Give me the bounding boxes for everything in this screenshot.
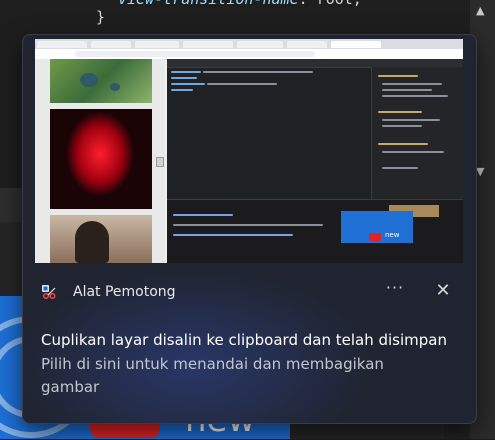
devtools-style-line xyxy=(382,151,444,153)
devtools-code-line xyxy=(171,77,197,79)
notification-body: Pilih di sini untuk menandai dan membagi… xyxy=(41,355,384,396)
preview-url-box xyxy=(75,51,315,57)
scroll-down-icon[interactable]: ▼ xyxy=(476,165,484,178)
notification-title: Cuplikan layar disalin ke clipboard dan … xyxy=(41,331,447,349)
preview-image-red-figure xyxy=(50,109,152,209)
preview-tab xyxy=(287,41,327,48)
notification-header: Alat Pemotong ··· ✕ xyxy=(23,275,476,309)
preview-youtube-icon xyxy=(369,233,381,241)
snipping-tool-icon xyxy=(41,284,57,300)
preview-person-figure xyxy=(75,221,109,263)
devtools-code-line xyxy=(207,83,277,85)
devtools-style-line xyxy=(378,75,418,77)
preview-devtools-styles xyxy=(371,67,463,199)
console-line xyxy=(173,234,293,236)
screenshot-preview[interactable]: new xyxy=(35,39,463,263)
devtools-style-line xyxy=(382,119,440,121)
code-line-1: view-transition-name: root; xyxy=(118,0,362,8)
devtools-style-line xyxy=(382,89,432,91)
preview-tab xyxy=(91,41,131,48)
devtools-code-line xyxy=(171,89,193,91)
preview-tab xyxy=(183,41,233,48)
console-line xyxy=(173,214,233,216)
preview-devtools: new xyxy=(167,59,463,263)
scroll-up-icon[interactable]: ▲ xyxy=(476,4,484,17)
preview-tab xyxy=(135,41,179,48)
preview-tab xyxy=(37,41,87,48)
devtools-style-line xyxy=(382,125,422,127)
devtools-code-line xyxy=(171,71,201,73)
preview-image-aerial xyxy=(50,59,152,103)
close-icon[interactable]: ✕ xyxy=(431,279,455,303)
app-name: Alat Pemotong xyxy=(73,284,176,300)
code-line-2: } xyxy=(96,8,106,26)
preview-resize-handle xyxy=(156,157,164,167)
devtools-style-line xyxy=(378,143,428,145)
more-options-icon[interactable]: ··· xyxy=(383,279,407,303)
preview-card-text: new xyxy=(385,231,400,239)
devtools-style-line xyxy=(382,95,448,97)
devtools-code-line xyxy=(203,71,313,73)
preview-tab xyxy=(237,41,283,48)
preview-tab-active xyxy=(331,41,381,48)
preview-pond xyxy=(110,83,120,91)
console-line xyxy=(173,224,323,226)
devtools-style-line xyxy=(382,83,442,85)
preview-pond xyxy=(80,73,98,87)
devtools-code-line xyxy=(171,83,205,85)
preview-browser-tabs xyxy=(35,39,463,49)
devtools-style-line xyxy=(382,167,418,169)
snipping-tool-notification[interactable]: new Alat Pemotong ··· ✕ Cuplikan layar d… xyxy=(22,34,477,424)
devtools-style-line xyxy=(378,111,422,113)
